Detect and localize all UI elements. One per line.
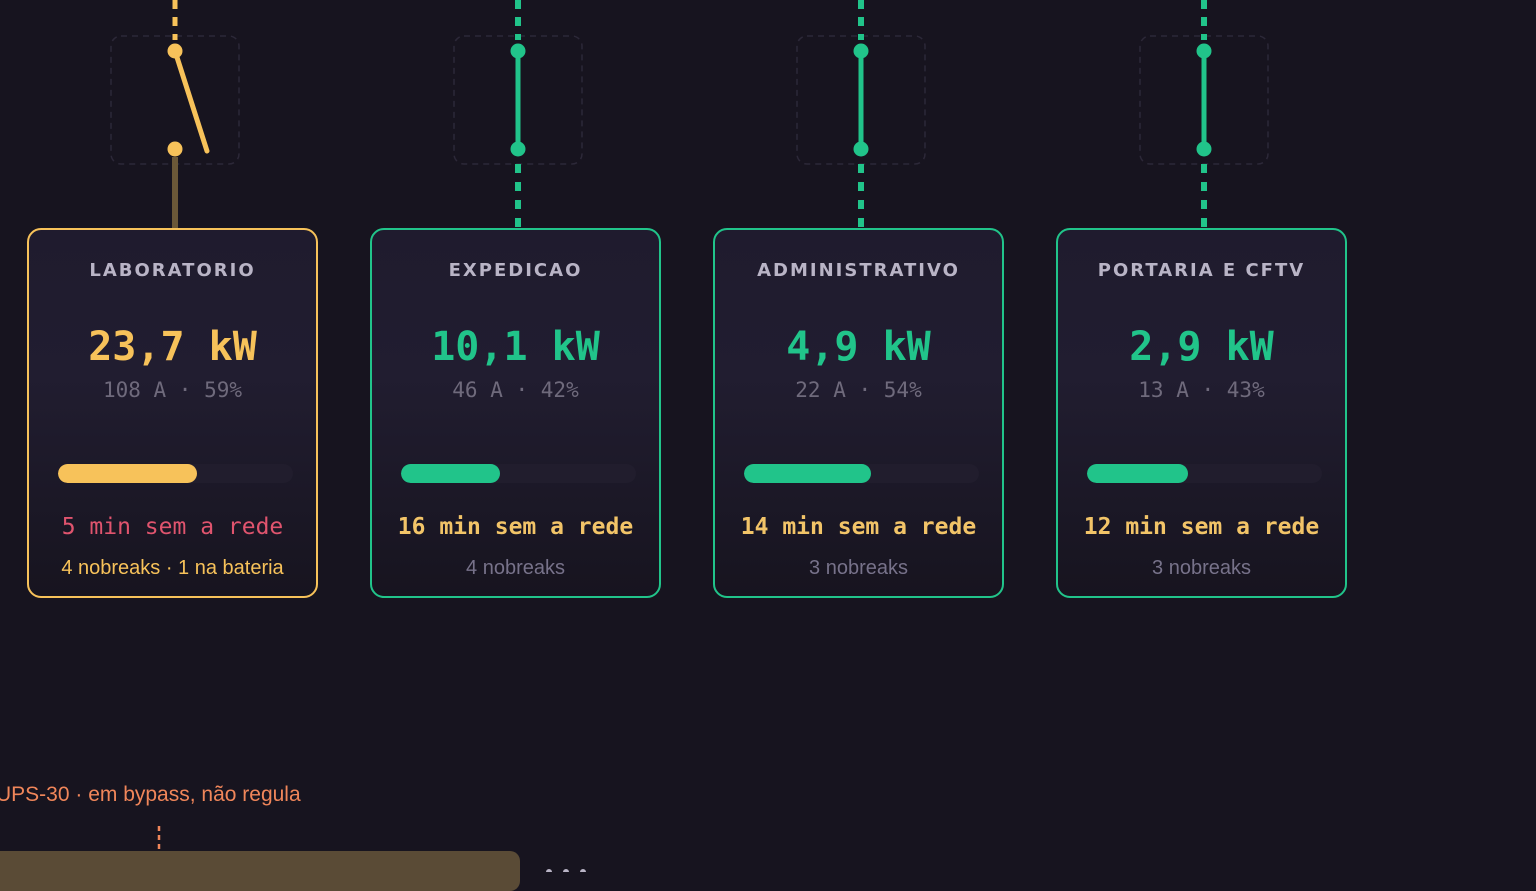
circuit-autonomy: 16 min sem a rede <box>397 514 634 540</box>
circuit-ups-status: 4 nobreaks · 1 na bateria <box>61 557 284 579</box>
circuit-power: 4,9 kW <box>786 324 931 370</box>
circuit-current-load: 13 A · 43% <box>1138 378 1265 402</box>
load-bar-fill <box>744 464 871 483</box>
circuit-autonomy: 14 min sem a rede <box>740 514 977 540</box>
circuit-card-administrativo[interactable]: ADMINISTRATIVO 4,9 kW 22 A · 54% 14 min … <box>713 228 1004 598</box>
ups-bypass-label: UPS-30 · em bypass, não regula <box>0 783 301 806</box>
circuit-autonomy: 5 min sem a rede <box>61 514 284 540</box>
circuit-power: 23,7 kW <box>88 324 257 370</box>
circuit-power: 10,1 kW <box>431 324 600 370</box>
circuit-card-laboratorio[interactable]: LABORATORIO 23,7 kW 108 A · 59% 5 min se… <box>27 228 318 598</box>
circuit-current-load: 108 A · 59% <box>102 378 243 402</box>
load-bar <box>1087 464 1322 483</box>
load-bar <box>401 464 636 483</box>
ups-panel[interactable] <box>0 851 520 891</box>
load-bar-fill <box>58 464 197 483</box>
load-bar-fill <box>1087 464 1189 483</box>
load-bar-fill <box>401 464 500 483</box>
breaker-laboratorio[interactable] <box>110 0 240 228</box>
breaker-expedicao[interactable] <box>453 0 583 228</box>
breaker-portaria-cftv[interactable] <box>1139 0 1269 228</box>
circuit-current-load: 22 A · 54% <box>795 378 922 402</box>
circuit-ups-status: 3 nobreaks <box>809 557 908 579</box>
circuit-card-expedicao[interactable]: EXPEDICAO 10,1 kW 46 A · 42% 16 min sem … <box>370 228 661 598</box>
circuit-card-portaria-cftv[interactable]: PORTARIA E CFTV 2,9 kW 13 A · 43% 12 min… <box>1056 228 1347 598</box>
circuit-name: EXPEDICAO <box>448 260 583 281</box>
load-bar <box>58 464 293 483</box>
circuit-ups-status: 3 nobreaks <box>1152 557 1251 579</box>
circuit-name: PORTARIA E CFTV <box>1097 260 1306 281</box>
circuit-name: ADMINISTRATIVO <box>757 260 960 281</box>
circuit-ups-status: 4 nobreaks <box>466 557 565 579</box>
circuit-name: LABORATORIO <box>89 260 256 281</box>
breaker-administrativo[interactable] <box>796 0 926 228</box>
circuit-power: 2,9 kW <box>1129 324 1274 370</box>
circuit-current-load: 46 A · 42% <box>452 378 579 402</box>
load-bar <box>744 464 979 483</box>
circuit-autonomy: 12 min sem a rede <box>1083 514 1320 540</box>
